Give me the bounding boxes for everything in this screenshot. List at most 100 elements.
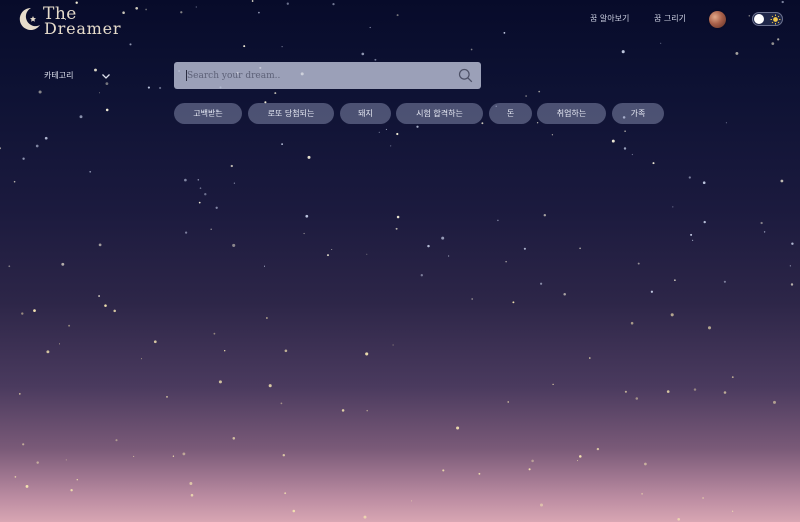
star — [369, 26, 371, 29]
star — [70, 489, 73, 492]
crescent-moon-icon — [19, 7, 40, 30]
star — [166, 396, 168, 398]
toggle-knob — [754, 14, 764, 24]
tag-chip[interactable]: 시험 합격하는 — [396, 103, 483, 124]
star — [780, 179, 784, 183]
star — [392, 344, 394, 346]
star — [540, 282, 543, 285]
star — [210, 228, 212, 231]
theme-toggle[interactable] — [752, 12, 783, 26]
star — [674, 279, 676, 281]
star — [135, 6, 139, 10]
star — [215, 206, 218, 209]
star — [790, 283, 794, 286]
tag-chip[interactable]: 고백받는 — [174, 103, 242, 124]
star — [153, 340, 157, 344]
star — [543, 213, 547, 217]
star — [411, 500, 413, 502]
star — [331, 248, 333, 251]
star — [539, 503, 544, 507]
category-label: 카테고리 — [44, 71, 74, 80]
star — [396, 14, 399, 17]
star — [624, 130, 626, 132]
star — [637, 262, 640, 265]
category-dropdown[interactable]: 카테고리 — [44, 70, 114, 84]
star — [180, 11, 183, 14]
star — [198, 201, 201, 204]
avatar[interactable] — [709, 11, 726, 28]
star — [76, 478, 79, 481]
star — [703, 220, 706, 224]
star — [133, 455, 135, 457]
star — [284, 492, 287, 495]
star — [22, 443, 25, 446]
star — [579, 247, 581, 250]
star — [531, 459, 534, 463]
star — [98, 295, 101, 297]
search-icon[interactable] — [458, 68, 473, 83]
tag-chip[interactable]: 돈 — [489, 103, 532, 124]
star — [61, 262, 65, 266]
star — [641, 492, 644, 495]
star — [552, 383, 554, 386]
star — [789, 265, 791, 267]
star — [690, 233, 693, 236]
star — [263, 265, 266, 267]
star — [731, 376, 734, 378]
star — [481, 122, 484, 125]
tag-chip[interactable]: 돼지 — [340, 103, 391, 124]
star — [576, 460, 579, 462]
star — [470, 48, 473, 51]
tag-chip[interactable]: 가족 — [612, 103, 664, 124]
star — [748, 15, 751, 17]
star — [395, 227, 398, 230]
star — [282, 453, 286, 457]
star — [218, 380, 222, 384]
star — [190, 493, 194, 497]
star — [624, 390, 627, 393]
nav-dream-draw[interactable]: 꿈 그리기 — [654, 13, 686, 24]
star — [172, 455, 175, 457]
nav-dream-explore[interactable]: 꿈 알아보기 — [590, 13, 629, 24]
star — [723, 280, 726, 283]
star — [456, 426, 460, 430]
star — [230, 164, 233, 168]
star — [702, 497, 705, 499]
star — [79, 115, 83, 119]
star — [25, 484, 29, 488]
star — [551, 134, 554, 136]
star — [204, 193, 207, 196]
star — [427, 244, 430, 248]
star — [232, 243, 236, 247]
star — [650, 290, 654, 293]
star — [44, 136, 48, 140]
star — [224, 350, 226, 352]
star — [677, 517, 681, 521]
star — [65, 459, 67, 461]
search-input[interactable] — [174, 62, 444, 89]
sun-icon — [770, 14, 781, 25]
star — [660, 42, 662, 44]
star — [185, 231, 188, 234]
star — [280, 402, 283, 405]
star — [447, 255, 450, 257]
star — [36, 461, 39, 464]
star — [363, 515, 367, 519]
logo[interactable]: The Dreamer — [16, 5, 126, 38]
star — [396, 132, 399, 136]
star — [105, 108, 109, 112]
star — [366, 253, 368, 255]
text-caret — [186, 70, 187, 81]
star — [189, 482, 193, 485]
tag-chip[interactable]: 취업하는 — [537, 103, 606, 124]
star — [184, 178, 187, 182]
star — [89, 170, 92, 173]
star — [258, 11, 260, 14]
star — [471, 298, 474, 300]
star — [68, 324, 71, 327]
star — [21, 312, 24, 315]
tag-chip[interactable]: 로또 당첨되는 — [248, 103, 334, 124]
star — [760, 221, 763, 225]
star — [644, 462, 647, 466]
star — [292, 509, 296, 513]
